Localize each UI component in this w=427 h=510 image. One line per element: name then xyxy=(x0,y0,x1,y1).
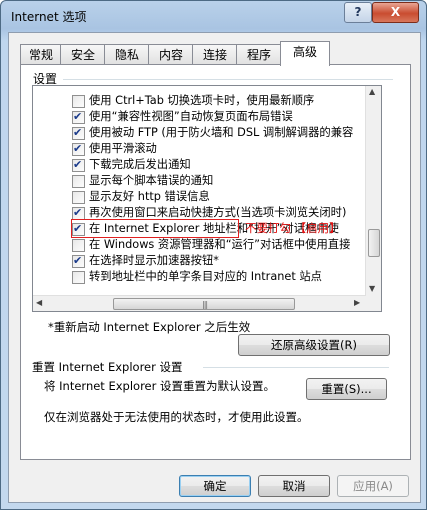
tab-advanced[interactable]: 高级 xyxy=(280,41,330,66)
checkbox[interactable] xyxy=(72,125,85,141)
checkbox[interactable] xyxy=(72,175,85,188)
annotation-text: 不要打勾 【启用】 xyxy=(245,221,341,235)
dialog-body: 常规 安全 隐私 内容 连接 程序 高级 设置 使用 Ctrl+Tab 切换选项… xyxy=(8,32,421,503)
grip-icon: ||| xyxy=(202,300,208,309)
close-button[interactable]: X xyxy=(372,2,419,23)
tab-security[interactable]: 安全 xyxy=(60,44,106,65)
tab-general[interactable]: 常规 xyxy=(20,44,62,65)
tab-connections[interactable]: 连接 xyxy=(192,44,238,65)
tab-programs[interactable]: 程序 xyxy=(236,44,282,65)
settings-item-label: 使用被动 FTP (用于防火墙和 DSL 调制解调器的兼容 xyxy=(89,126,354,139)
checkbox[interactable] xyxy=(72,157,85,173)
restore-advanced-settings-button[interactable]: 还原高级设置(R) xyxy=(238,334,390,356)
settings-item-label: 使用平滑滚动 xyxy=(89,142,157,155)
checkbox[interactable] xyxy=(72,239,85,252)
settings-item-label: 在 Windows 资源管理器和“运行”对话框中使用直接 xyxy=(89,238,351,251)
checkbox[interactable] xyxy=(72,141,85,157)
scroll-right-icon[interactable]: ▶ xyxy=(354,298,360,307)
settings-item-label: 显示每个脚本错误的通知 xyxy=(89,174,214,187)
help-button[interactable]: ? xyxy=(344,2,372,23)
scroll-left-icon[interactable]: ◀ xyxy=(36,298,42,307)
settings-item-label: 显示友好 http 错误信息 xyxy=(89,190,210,203)
horizontal-scrollbar[interactable]: ◀ ||| ▶ xyxy=(33,295,366,311)
settings-item-label: 使用 Ctrl+Tab 切换选项卡时，使用最新顺序 xyxy=(89,94,315,107)
checkbox[interactable] xyxy=(72,271,85,284)
title-bar[interactable]: Internet 选项 ? X xyxy=(1,1,426,31)
checkbox[interactable] xyxy=(72,191,85,204)
reset-note: 仅在浏览器处于无法使用的状态时，才使用此设置。 xyxy=(44,410,309,424)
settings-item-label: 下载完成后发出通知 xyxy=(89,158,191,171)
internet-options-window: Internet 选项 ? X 常规 安全 隐私 内容 连接 程序 高级 设置 … xyxy=(0,0,427,510)
settings-list[interactable]: 使用 Ctrl+Tab 切换选项卡时，使用最新顺序 使用“兼容性视图”自动恢复页… xyxy=(32,85,382,312)
settings-divider xyxy=(63,79,393,80)
ok-button[interactable]: 确定 xyxy=(179,475,251,497)
cancel-button[interactable]: 取消 xyxy=(258,475,330,497)
tab-privacy[interactable]: 隐私 xyxy=(104,44,150,65)
window-title: Internet 选项 xyxy=(11,10,87,24)
horizontal-scroll-thumb[interactable]: ||| xyxy=(113,298,295,310)
settings-item-label: 转到地址栏中的单字条目对应的 Intranet 站点 xyxy=(89,270,322,283)
apply-button[interactable]: 应用(A) xyxy=(337,475,409,497)
settings-item-label: 在选择时显示加速器按钮* xyxy=(89,254,219,267)
checkbox[interactable] xyxy=(72,109,85,125)
scroll-down-icon[interactable]: ▼ xyxy=(369,284,375,293)
reset-description: 将 Internet Explorer 设置重置为默认设置。 xyxy=(44,379,276,393)
scrollbar-corner xyxy=(366,296,381,311)
scroll-up-icon[interactable]: ▲ xyxy=(369,87,375,96)
checkbox[interactable] xyxy=(72,95,85,108)
reset-group-label: 重置 Internet Explorer 设置 xyxy=(32,360,183,374)
restart-note: *重新启动 Internet Explorer 之后生效 xyxy=(48,320,251,334)
checkbox[interactable] xyxy=(72,253,85,269)
vertical-scrollbar[interactable]: ▲ ▼ xyxy=(365,86,381,296)
vertical-scroll-thumb[interactable] xyxy=(368,229,380,257)
highlight-box xyxy=(71,219,239,238)
settings-item-label: 使用“兼容性视图”自动恢复页面布局错误 xyxy=(89,110,293,123)
reset-divider xyxy=(203,367,389,368)
tab-content[interactable]: 内容 xyxy=(148,44,194,65)
reset-button[interactable]: 重置(S)... xyxy=(306,378,387,400)
